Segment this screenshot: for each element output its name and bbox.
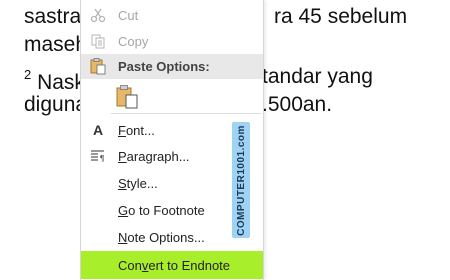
menu-item-copy[interactable]: Copy bbox=[81, 28, 263, 54]
doc-line-1-right: ra 45 sebelum bbox=[274, 5, 408, 28]
paste-clipboard-icon bbox=[116, 85, 138, 109]
clipboard-icon bbox=[89, 57, 107, 75]
paste-keep-source-button[interactable] bbox=[115, 84, 139, 110]
doc-line-3-right: tandar yang bbox=[262, 65, 373, 88]
watermark-text: COMPUTER1001.com bbox=[235, 124, 247, 236]
copy-label: Copy bbox=[118, 33, 149, 49]
menu-item-convert-to-endnote[interactable]: Convert to Endnote bbox=[81, 251, 263, 279]
style-label: Style... bbox=[118, 175, 158, 191]
paste-options-label: Paste Options: bbox=[118, 59, 210, 74]
go-to-footnote-label: Go to Footnote bbox=[118, 202, 205, 218]
font-label: Font... bbox=[118, 122, 155, 138]
font-icon: A bbox=[92, 122, 104, 138]
menu-separator bbox=[111, 113, 261, 114]
footnote-superscript: 2 bbox=[24, 67, 32, 82]
watermark-badge: COMPUTER1001.com bbox=[232, 122, 250, 238]
cut-label: Cut bbox=[118, 7, 139, 23]
paste-options-header: Paste Options: bbox=[81, 54, 263, 79]
doc-line-2-left: maseh bbox=[24, 33, 88, 56]
convert-to-endnote-label: Convert to Endnote bbox=[118, 257, 231, 273]
paragraph-label: Paragraph... bbox=[118, 148, 190, 164]
scissors-icon bbox=[89, 6, 107, 24]
doc-line-4-right: .500an. bbox=[262, 93, 333, 116]
doc-line-3-text: Nask bbox=[37, 71, 85, 94]
note-options-label: Note Options... bbox=[118, 229, 205, 245]
copy-icon bbox=[89, 32, 107, 50]
doc-line-1-left: sastra bbox=[24, 5, 82, 28]
doc-line-4-left: diguna bbox=[24, 93, 88, 116]
paragraph-icon: ¶ bbox=[89, 147, 107, 165]
svg-text:¶: ¶ bbox=[100, 154, 105, 163]
menu-item-cut[interactable]: Cut bbox=[81, 2, 263, 28]
